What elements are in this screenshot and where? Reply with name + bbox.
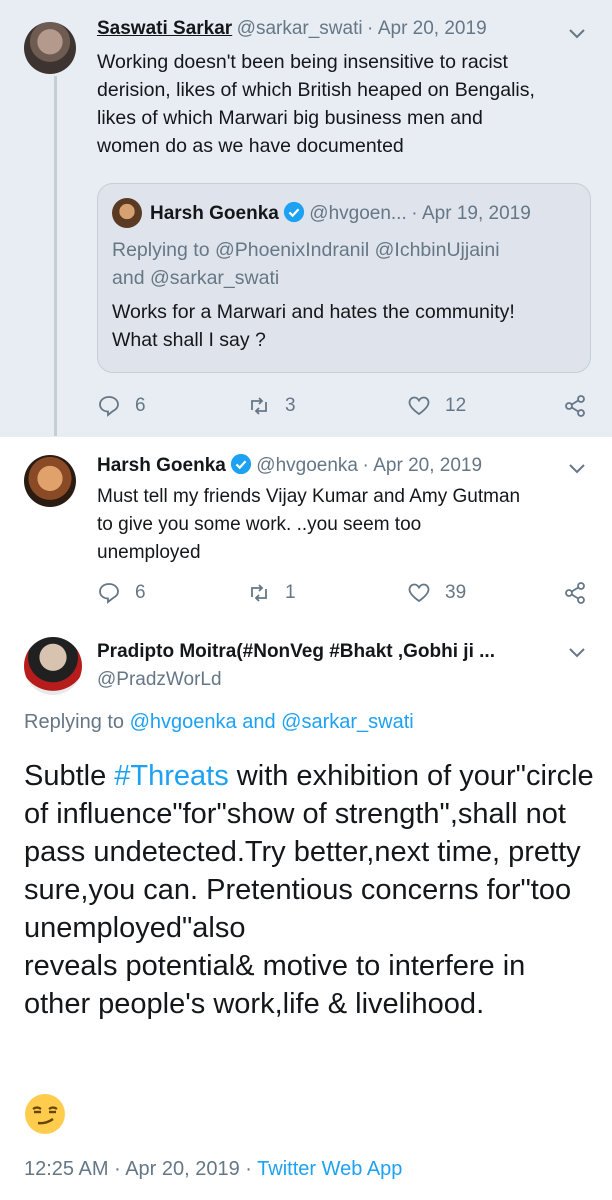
tweet-text-line: Must tell my friends Vijay Kumar and Amy… — [97, 486, 521, 507]
chevron-down-icon[interactable] — [568, 643, 586, 661]
verified-icon — [283, 201, 304, 223]
thread-line — [54, 76, 57, 436]
reply-icon — [99, 583, 119, 604]
chevron-down-icon[interactable] — [568, 459, 586, 477]
tweet-text-line: unemployed — [97, 542, 201, 563]
separator: · — [245, 1158, 252, 1180]
chevron-down-icon[interactable] — [568, 24, 586, 42]
share-icon — [565, 395, 585, 417]
tweet-saswati[interactable]: Saswati Sarkar @sarkar_swati · Apr 20, 2… — [0, 0, 612, 437]
hashtag-link[interactable]: #Threats — [114, 760, 228, 792]
tweet-harsh[interactable]: Harsh Goenka @hvgoenka · Apr 20, 2019 Mu… — [0, 437, 612, 627]
reply-count: 6 — [135, 395, 146, 416]
tweet-text-line: to give you some work. ..you seem too — [97, 514, 422, 535]
replying-prefix: Replying to — [24, 711, 125, 733]
tweet-footer: 12:25 AM · Apr 20, 2019 · Twitter Web Ap… — [24, 1158, 402, 1181]
tweet-text: Working doesn't been being insensitive t… — [97, 48, 535, 160]
like-button[interactable]: 12 — [407, 394, 466, 418]
author-handle-row: @PradzWorLd — [97, 669, 222, 691]
retweet-count: 3 — [285, 395, 296, 416]
heart-icon — [408, 583, 430, 603]
tweet-actions: 6 1 39 — [97, 581, 587, 611]
tweet-text-line: likes of which Marwari big business men … — [97, 107, 483, 129]
share-button[interactable] — [563, 581, 587, 610]
avatar[interactable] — [24, 455, 76, 507]
retweet-button[interactable]: 3 — [247, 394, 296, 418]
heart-icon — [408, 396, 430, 416]
tweet-header: Harsh Goenka @hvgoenka · Apr 20, 2019 — [97, 453, 482, 477]
separator: · — [367, 18, 374, 39]
retweet-count: 1 — [285, 582, 296, 603]
quoted-replying-to: Replying to @PhoenixIndranil @IchbinUjja… — [112, 236, 500, 292]
share-button[interactable] — [563, 394, 587, 423]
reply-count: 6 — [135, 582, 146, 603]
like-button[interactable]: 39 — [407, 581, 466, 605]
source-link[interactable]: Twitter Web App — [257, 1158, 402, 1180]
reply-button[interactable]: 6 — [97, 581, 146, 605]
tweet-date[interactable]: Apr 20, 2019 — [378, 18, 487, 39]
replying-line: Replying to @PhoenixIndranil @IchbinUjja… — [112, 239, 500, 261]
tweet-text-part: Subtle — [24, 760, 115, 792]
smirk-emoji-icon — [25, 1094, 65, 1134]
replying-users-link[interactable]: @hvgoenka and @sarkar_swati — [130, 711, 414, 733]
separator: · — [362, 455, 369, 476]
tweet-text: Must tell my friends Vijay Kumar and Amy… — [97, 483, 520, 567]
tweet-date[interactable]: Apr 20, 2019 — [125, 1158, 240, 1180]
tweet-text-part: reveals potential& motive to interfere i… — [24, 950, 526, 1020]
like-count: 12 — [445, 395, 467, 416]
author-name[interactable]: Harsh Goenka — [97, 455, 226, 476]
tweet-time[interactable]: 12:25 AM — [24, 1158, 109, 1180]
replying-to: Replying to @hvgoenka and @sarkar_swati — [24, 711, 414, 734]
author-name[interactable]: Pradipto Moitra(#NonVeg #Bhakt ,Gobhi ji… — [97, 641, 495, 662]
author-name[interactable]: Saswati Sarkar — [97, 18, 232, 39]
quoted-avatar — [112, 198, 142, 228]
quoted-header: Harsh Goenka @hvgoen... · Apr 19, 2019 — [150, 201, 531, 225]
like-count: 39 — [445, 582, 467, 603]
avatar[interactable] — [24, 637, 82, 695]
author-name-row: Pradipto Moitra(#NonVeg #Bhakt ,Gobhi ji… — [97, 641, 495, 663]
tweet-text-line: women do as we have documented — [97, 135, 404, 157]
quoted-text: Works for a Marwari and hates the commun… — [112, 298, 515, 354]
tweet-pradipto: Pradipto Moitra(#NonVeg #Bhakt ,Gobhi ji… — [0, 627, 612, 1200]
tweet-text: Subtle #Threats with exhibition of your"… — [24, 757, 594, 1023]
author-handle[interactable]: @sarkar_swati — [237, 18, 363, 39]
separator: · — [114, 1158, 121, 1180]
reply-button[interactable]: 6 — [97, 394, 146, 418]
tweet-date[interactable]: Apr 20, 2019 — [373, 455, 482, 476]
retweet-button[interactable]: 1 — [247, 581, 296, 605]
retweet-icon — [251, 397, 267, 415]
quoted-author-handle: @hvgoen... — [309, 203, 407, 224]
quoted-text-line: What shall I say ? — [112, 329, 266, 351]
tweet-text-line: Working doesn't been being insensitive t… — [97, 51, 508, 73]
tweet-actions: 6 3 12 — [97, 394, 587, 424]
reply-icon — [99, 396, 119, 417]
tweet-text-line: derision, likes of which British heaped … — [97, 79, 535, 101]
tweet-header: Saswati Sarkar @sarkar_swati · Apr 20, 2… — [97, 18, 487, 40]
retweet-icon — [251, 584, 267, 602]
quoted-author-name: Harsh Goenka — [150, 203, 279, 224]
verified-icon — [230, 453, 251, 475]
avatar[interactable] — [24, 22, 76, 74]
share-icon — [565, 582, 585, 604]
quoted-text-line: Works for a Marwari and hates the commun… — [112, 301, 515, 323]
author-handle[interactable]: @PradzWorLd — [97, 669, 222, 690]
quoted-date: Apr 19, 2019 — [421, 203, 531, 224]
replying-line: and @sarkar_swati — [112, 267, 280, 289]
author-handle[interactable]: @hvgoenka — [256, 455, 358, 476]
separator: · — [411, 203, 418, 224]
